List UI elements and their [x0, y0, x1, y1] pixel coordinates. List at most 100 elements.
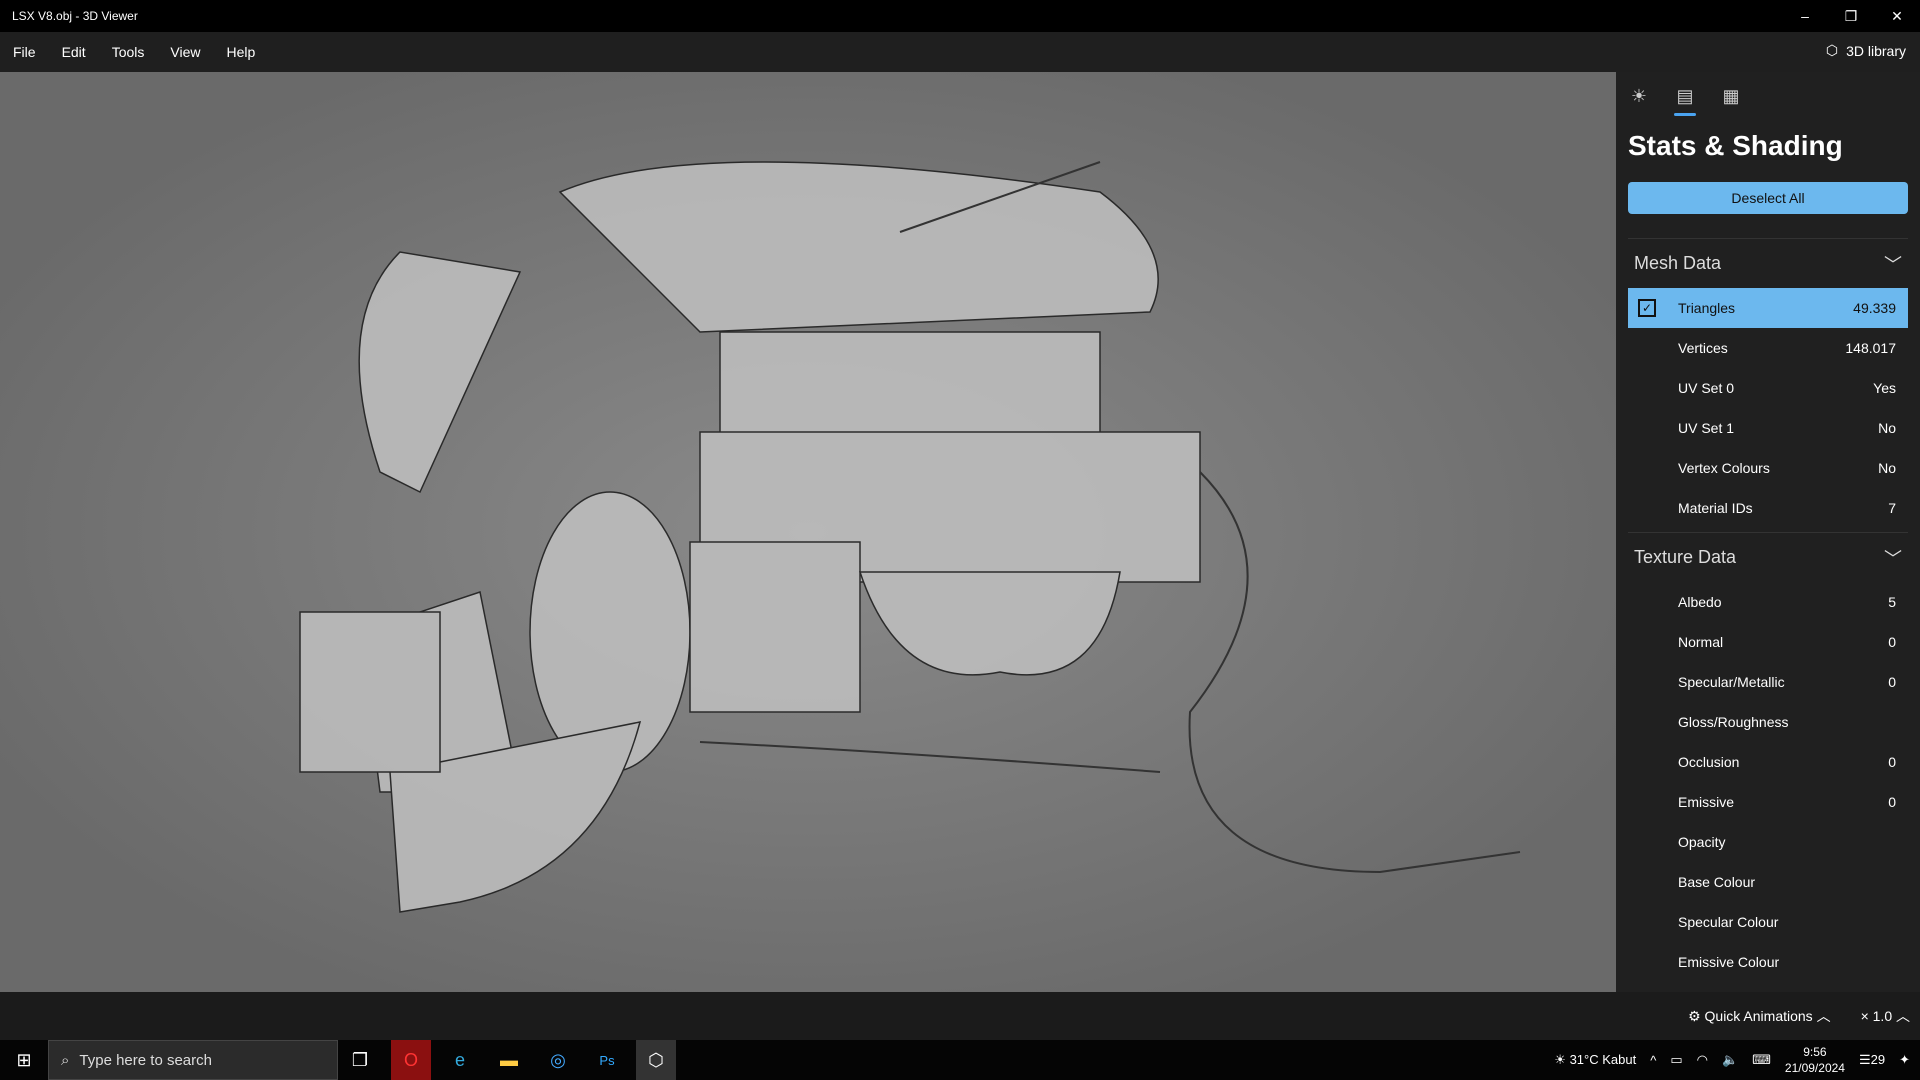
stat-label: Albedo — [1678, 594, 1722, 610]
cube-icon: ⬡ — [1825, 42, 1839, 58]
stats-panel: ☀ ▤ ▦ Stats & Shading Deselect All Mesh … — [1616, 72, 1920, 992]
opera-icon[interactable]: O — [391, 1040, 431, 1080]
date: 21/09/2024 — [1784, 1061, 1845, 1075]
stat-row[interactable]: Specular/Metallic 0 — [1628, 662, 1908, 702]
stat-label: Triangles — [1678, 300, 1736, 316]
menu-help[interactable]: Help — [213, 44, 268, 60]
speed-button[interactable]: × 1.0 ︿ — [1861, 1006, 1910, 1026]
taskbar-search[interactable]: ⌕ Type here to search — [48, 1040, 338, 1080]
menu-view[interactable]: View — [157, 44, 213, 60]
stat-label: Occlusion — [1678, 754, 1740, 770]
stat-value: 0 — [1888, 794, 1896, 810]
stat-row[interactable]: ✓ Triangles 49.339 — [1628, 288, 1908, 328]
3d-library-label: 3D library — [1846, 42, 1906, 59]
stats-tab-chart-icon[interactable]: ▤ — [1674, 86, 1696, 116]
speed-label: × 1.0 — [1860, 1008, 1893, 1024]
3d-viewport[interactable] — [0, 72, 1616, 992]
stat-row[interactable]: UV Set 0 Yes — [1628, 368, 1908, 408]
stat-row[interactable]: Opacity — [1628, 822, 1908, 862]
weather-widget[interactable]: ☀ 31°C Kabut — [1554, 1052, 1636, 1068]
stat-value: Yes — [1873, 380, 1896, 396]
stat-label: Material IDs — [1678, 500, 1753, 516]
stat-label: Base Colour — [1678, 874, 1756, 890]
stat-value: No — [1878, 420, 1896, 436]
search-placeholder: Type here to search — [79, 1051, 212, 1069]
stat-row[interactable]: Occlusion 0 — [1628, 742, 1908, 782]
system-tray: ☀ 31°C Kabut ^ ▭ ◠ 🔈 ⌨ 9:56 21/09/2024 ☰2… — [1554, 1040, 1910, 1080]
bottom-bar: ⚙ Quick Animations ︿ × 1.0 ︿ — [0, 992, 1920, 1040]
panel-title: Stats & Shading — [1628, 130, 1843, 161]
title-bar: LSX V8.obj - 3D Viewer – ❐ ✕ — [0, 0, 1920, 32]
stat-label: Gloss/Roughness — [1678, 714, 1789, 730]
chevron-down-icon: ﹀ — [1884, 548, 1902, 569]
volume-icon[interactable]: 🔈 — [1722, 1052, 1738, 1068]
stat-row[interactable]: Vertices 148.017 — [1628, 328, 1908, 368]
stat-row[interactable]: Vertex Colours No — [1628, 448, 1908, 488]
notifications-icon[interactable]: ☰29 — [1859, 1052, 1885, 1068]
minimize-button[interactable]: – — [1782, 0, 1828, 32]
clock[interactable]: 9:56 21/09/2024 — [1785, 1044, 1845, 1076]
stat-label: Normal — [1678, 634, 1724, 650]
stat-value: 0 — [1888, 674, 1896, 690]
stat-row[interactable]: Base Colour — [1628, 862, 1908, 902]
stat-label: Specular/Metallic — [1678, 674, 1785, 690]
quick-animations-button[interactable]: ⚙ Quick Animations ︿ — [1688, 1006, 1831, 1026]
copilot-icon[interactable]: ✦ — [1899, 1052, 1910, 1068]
grid-tab-grid-icon[interactable]: ▦ — [1720, 86, 1742, 116]
chevron-up-icon[interactable]: ^ — [1650, 1053, 1656, 1068]
stat-value: 49.339 — [1853, 300, 1896, 316]
stat-row[interactable]: Emissive Colour — [1628, 942, 1908, 982]
quick-animations-label: Quick Animations — [1704, 1008, 1813, 1024]
stat-label: Vertices — [1678, 340, 1728, 356]
stat-row[interactable]: Material IDs 7 — [1628, 488, 1908, 528]
restore-button[interactable]: ❐ — [1828, 0, 1874, 32]
stat-value: 5 — [1888, 594, 1896, 610]
stat-value: 148.017 — [1845, 340, 1896, 356]
stat-row[interactable]: Specular Colour — [1628, 902, 1908, 942]
file-explorer-icon[interactable]: ▬ — [489, 1040, 529, 1080]
3d-viewer-icon[interactable]: ⬡ — [636, 1040, 676, 1080]
stat-row[interactable]: Normal 0 — [1628, 622, 1908, 662]
menu-tools[interactable]: Tools — [99, 44, 158, 60]
checkbox[interactable]: ✓ — [1638, 299, 1656, 317]
stat-row[interactable]: Emissive 0 — [1628, 782, 1908, 822]
texture-data-header[interactable]: Texture Data ﹀ — [1628, 532, 1908, 582]
engine-wireframe-model — [299, 161, 1521, 913]
menu-file[interactable]: File — [0, 44, 49, 60]
texture-data-label: Texture Data — [1634, 547, 1737, 567]
time: 9:56 — [1803, 1045, 1827, 1059]
stat-label: Opacity — [1678, 834, 1726, 850]
stat-label: Specular Colour — [1678, 914, 1779, 930]
stat-value: 0 — [1888, 754, 1896, 770]
task-view-icon[interactable]: ❐ — [340, 1040, 380, 1080]
edge-icon[interactable]: e — [440, 1040, 480, 1080]
stat-value: 0 — [1888, 634, 1896, 650]
stat-row[interactable]: Gloss/Roughness — [1628, 702, 1908, 742]
lighting-tab-sun-icon[interactable]: ☀ — [1628, 86, 1650, 116]
keyboard-icon[interactable]: ⌨ — [1752, 1052, 1771, 1068]
stat-label: UV Set 0 — [1678, 380, 1735, 396]
stat-row[interactable]: UV Set 1 No — [1628, 408, 1908, 448]
browser-icon[interactable]: ◎ — [538, 1040, 578, 1080]
stat-value: 7 — [1888, 500, 1896, 516]
menu-edit[interactable]: Edit — [49, 44, 99, 60]
photoshop-icon[interactable]: Ps — [587, 1040, 627, 1080]
3d-library-button[interactable]: ⬡ 3D library — [1826, 42, 1906, 59]
stat-label: Emissive Colour — [1678, 954, 1780, 970]
wifi-icon[interactable]: ◠ — [1697, 1052, 1708, 1068]
mesh-data-header[interactable]: Mesh Data ﹀ — [1628, 238, 1908, 288]
deselect-all-button[interactable]: Deselect All — [1628, 182, 1908, 214]
windows-start-icon[interactable]: ⊞ — [4, 1040, 44, 1080]
notification-count: 29 — [1870, 1052, 1886, 1067]
window-title: LSX V8.obj - 3D Viewer — [12, 9, 138, 23]
menu-bar: File Edit Tools View Help ⬡ 3D library — [0, 32, 1920, 72]
stat-label: Vertex Colours — [1678, 460, 1770, 476]
stat-row[interactable]: Albedo 5 — [1628, 582, 1908, 622]
stat-label: UV Set 1 — [1678, 420, 1735, 436]
stat-label: Emissive — [1678, 794, 1735, 810]
chevron-down-icon: ﹀ — [1884, 254, 1902, 275]
weather-text: 31°C Kabut — [1569, 1052, 1637, 1067]
search-icon: ⌕ — [61, 1051, 70, 1069]
battery-icon[interactable]: ▭ — [1670, 1052, 1682, 1068]
close-button[interactable]: ✕ — [1874, 0, 1920, 32]
